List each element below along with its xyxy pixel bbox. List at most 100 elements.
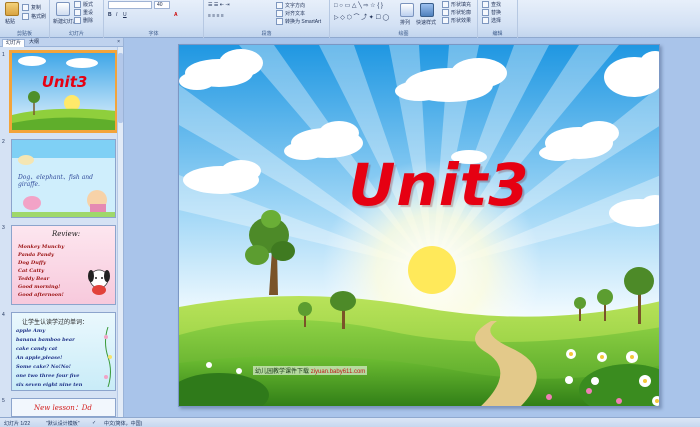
shape-effects-icon bbox=[442, 17, 449, 25]
slide-thumbnail-1[interactable]: Unit3 bbox=[9, 50, 118, 133]
status-bar: 幻灯片 1/22 "默认设计模板" ✓ 中文(简体，中国) bbox=[0, 417, 700, 427]
thumbnail-1-scene bbox=[12, 53, 115, 130]
shapes-gallery-row2[interactable]: ▷ ◇ ⬡ ⌒ ⤴ ✦ ☐ ◯ bbox=[334, 12, 389, 21]
italic-button[interactable]: I bbox=[116, 12, 117, 18]
theme-name: "默认设计模板" bbox=[46, 421, 80, 427]
arrange-button[interactable]: 排列 bbox=[400, 19, 410, 26]
align-text-icon bbox=[276, 10, 283, 18]
underline-button[interactable]: U bbox=[123, 12, 127, 18]
slide-canvas[interactable]: Unit3 幼儿园教学课件下载 ziyuan.baby611.com bbox=[178, 44, 660, 407]
text-direction-button[interactable]: 文字方向 bbox=[276, 2, 305, 10]
shape-fill-button[interactable]: 形状填充 bbox=[442, 1, 471, 9]
spellcheck-icon[interactable]: ✓ bbox=[92, 420, 96, 426]
thumbnail-1-title: Unit3 bbox=[41, 73, 88, 91]
format-painter-button[interactable]: 格式刷 bbox=[22, 13, 46, 21]
bold-button[interactable]: B bbox=[108, 12, 112, 18]
find-icon bbox=[482, 1, 489, 9]
slide-thumbnail-4[interactable]: 让学生认读学过的单词： apple Amy banana bamboo bear… bbox=[11, 312, 116, 391]
select-button[interactable]: 选择 bbox=[482, 17, 501, 25]
list-item: Good afternoon! bbox=[18, 292, 64, 298]
slide-thumbnail-5[interactable]: New lesson：Dd bbox=[11, 398, 116, 417]
list-item: Monkey Munchy bbox=[18, 244, 65, 250]
thumbnail-3-title: Review: bbox=[52, 230, 81, 238]
select-icon bbox=[482, 17, 489, 25]
bullets-button[interactable]: ☰ ☰ ⇤ ⇥ bbox=[208, 2, 230, 8]
text-direction-icon bbox=[276, 2, 283, 10]
align-text-button[interactable]: 对齐文本 bbox=[276, 10, 305, 18]
copy-button[interactable]: 复制 bbox=[22, 4, 41, 12]
reset-button[interactable]: 重设 bbox=[74, 9, 93, 17]
find-button[interactable]: 查找 bbox=[482, 1, 501, 9]
quick-styles-button[interactable]: 快速样式 bbox=[416, 19, 436, 26]
clipboard-group-label: 剪贴板 bbox=[16, 31, 32, 37]
slide-footer[interactable]: 幼儿园教学课件下载 ziyuan.baby611.com bbox=[253, 366, 368, 375]
layout-button[interactable]: 版式 bbox=[74, 1, 93, 9]
language-indicator: 中文(简体，中国) bbox=[104, 421, 143, 427]
slides-panel: 幻灯片 大纲 × 1 Unit3 2 Dog、elephant、fish and… bbox=[0, 38, 124, 417]
slides-group-label: 幻灯片 bbox=[68, 31, 84, 37]
list-item: Dog Duffy bbox=[18, 260, 46, 266]
font-group-label: 字体 bbox=[148, 31, 159, 37]
font-size-box[interactable]: 40 bbox=[154, 1, 170, 9]
list-item: cake candy cat bbox=[16, 346, 58, 352]
slide-thumbnail-2[interactable]: Dog、elephant、fish and giraffe. bbox=[11, 139, 116, 218]
replace-button[interactable]: 替换 bbox=[482, 9, 501, 17]
layout-icon bbox=[74, 1, 81, 9]
list-item: Panda Pandy bbox=[18, 252, 54, 258]
paste-button[interactable]: 粘贴 bbox=[5, 18, 15, 25]
list-item: banana bamboo bear bbox=[16, 337, 75, 343]
thumbnail-2-caption: Dog、elephant、fish and giraffe. bbox=[18, 174, 93, 188]
slide-title[interactable]: Unit3 bbox=[289, 151, 589, 219]
paragraph-group: ☰ ☰ ⇤ ⇥ ≡ ≡ ≡ ≡ 文字方向 对齐文本 转换为 SmartArt 段… bbox=[204, 0, 330, 38]
new-slide-icon[interactable] bbox=[56, 2, 70, 16]
panel-tabs: 幻灯片 大纲 × bbox=[0, 38, 123, 47]
flower-border-decoration bbox=[104, 327, 112, 387]
editing-group-label: 编辑 bbox=[492, 31, 503, 37]
editing-group: 查找 替换 选择 编辑 bbox=[478, 0, 518, 38]
thumbnail-number: 1 bbox=[2, 52, 5, 58]
arrange-icon[interactable] bbox=[400, 3, 414, 17]
close-panel-icon[interactable]: × bbox=[117, 39, 120, 45]
delete-icon bbox=[74, 17, 81, 25]
list-item: Teddy Bear bbox=[18, 276, 50, 282]
shape-effects-button[interactable]: 形状效果 bbox=[442, 17, 471, 25]
quick-styles-icon[interactable] bbox=[420, 3, 434, 17]
tab-slides[interactable]: 幻灯片 bbox=[2, 39, 26, 47]
drawing-group: □ ○ ▭ △ ╲ ⇨ ☆ { } ▷ ◇ ⬡ ⌒ ⤴ ✦ ☐ ◯ 排列 快速样… bbox=[330, 0, 478, 38]
list-item: six seven eight nine ten bbox=[16, 382, 83, 388]
delete-button[interactable]: 删除 bbox=[74, 17, 93, 25]
thumbnail-4-lines: apple Amy banana bamboo bear cake candy … bbox=[16, 327, 82, 390]
list-item: Cat Catty bbox=[18, 268, 45, 274]
thumbnail-number: 5 bbox=[2, 398, 5, 404]
list-item: Some cake? No!No! bbox=[16, 364, 71, 370]
panel-scrollbar[interactable] bbox=[117, 47, 123, 417]
smartart-icon bbox=[276, 18, 283, 26]
footer-text: 幼儿园教学课件下载 bbox=[255, 369, 310, 375]
ribbon: 粘贴 复制 格式刷 剪贴板 新建幻灯片 版式 重设 删除 幻灯片 40 B I … bbox=[0, 0, 700, 38]
slide-thumbnail-3[interactable]: Review: Monkey Munchy Panda Pandy Dog Du… bbox=[11, 225, 116, 305]
paragraph-group-label: 段落 bbox=[261, 31, 272, 37]
drawing-group-label: 绘图 bbox=[398, 31, 409, 37]
font-name-box[interactable] bbox=[108, 1, 152, 9]
shape-outline-button[interactable]: 形状轮廓 bbox=[442, 9, 471, 17]
reset-icon bbox=[74, 9, 81, 17]
footer-url: ziyuan.baby611.com bbox=[310, 369, 366, 375]
list-item: An apple,please! bbox=[16, 355, 63, 361]
shape-fill-icon bbox=[442, 1, 449, 9]
thumbnail-number: 4 bbox=[2, 312, 5, 318]
replace-icon bbox=[482, 9, 489, 17]
paste-icon[interactable] bbox=[5, 2, 19, 16]
sun bbox=[408, 246, 456, 294]
tab-outline[interactable]: 大纲 bbox=[26, 39, 42, 47]
align-buttons[interactable]: ≡ ≡ ≡ ≡ bbox=[208, 13, 224, 19]
thumbnail-number: 3 bbox=[2, 225, 5, 231]
puppy-illustration bbox=[88, 269, 110, 295]
clipboard-group: 粘贴 复制 格式刷 剪贴板 bbox=[0, 0, 50, 38]
scrollbar-thumb[interactable] bbox=[118, 53, 123, 123]
shapes-gallery[interactable]: □ ○ ▭ △ ╲ ⇨ ☆ { } bbox=[334, 2, 383, 9]
smartart-button[interactable]: 转换为 SmartArt bbox=[276, 18, 321, 26]
slide-background-scene bbox=[179, 45, 659, 406]
font-color-button[interactable]: A bbox=[174, 12, 178, 18]
list-item: one two three four five bbox=[16, 373, 80, 379]
shape-outline-icon bbox=[442, 9, 449, 17]
